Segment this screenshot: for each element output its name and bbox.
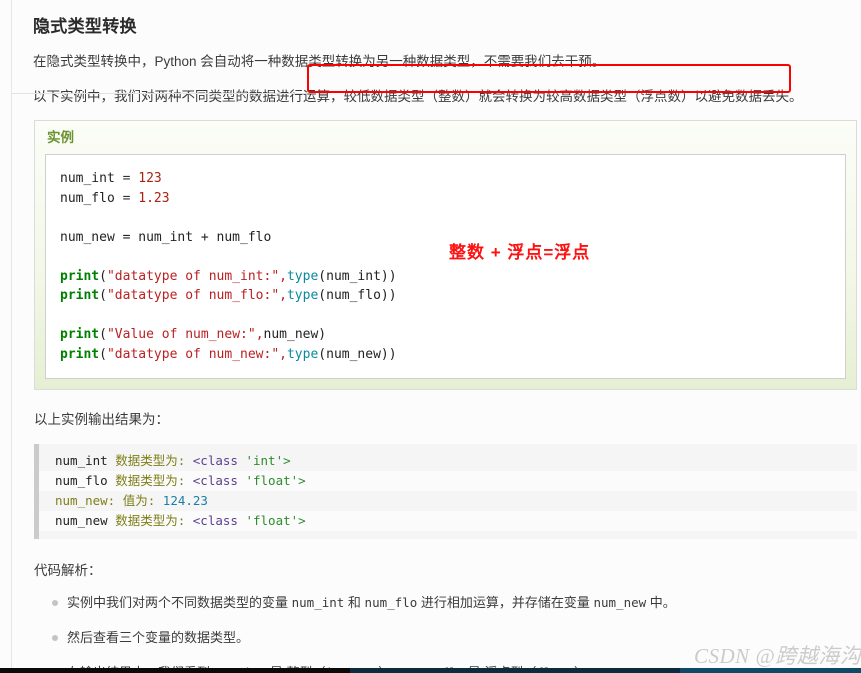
output-token: num_flo bbox=[55, 473, 116, 489]
code-token: num_flo bbox=[60, 190, 123, 206]
code-token: ( bbox=[99, 288, 107, 304]
code-token: num_new = num_int + num_flo bbox=[60, 229, 272, 245]
code-token: print bbox=[60, 268, 100, 284]
output-token: num_new: bbox=[55, 493, 123, 509]
code-token: num_new) bbox=[263, 327, 327, 343]
output-token: <class bbox=[192, 513, 238, 529]
code-token: , bbox=[279, 346, 287, 362]
code-token: "datatype of num_int:" bbox=[106, 268, 280, 284]
inline-code: num_new bbox=[593, 595, 647, 611]
output-line: num_new: 值为: 124.23 bbox=[39, 491, 857, 511]
code-token: = bbox=[122, 190, 139, 206]
output-token: 值为: bbox=[122, 493, 156, 509]
code-area[interactable]: num_int = 123 num_flo = 1.23 num_new = n… bbox=[45, 154, 846, 380]
code-token: print bbox=[60, 346, 100, 362]
bottom-strip-blue-left bbox=[350, 668, 680, 673]
analysis-bullet: 实例中我们对两个不同数据类型的变量 num_int 和 num_flo 进行相加… bbox=[23, 593, 845, 628]
output-token bbox=[155, 493, 163, 508]
output-token: 数据类型为: bbox=[115, 513, 186, 529]
code-token: "Value of num_new:" bbox=[106, 327, 256, 343]
code-token: print bbox=[60, 327, 100, 343]
analysis-heading: 代码解析： bbox=[34, 563, 102, 579]
code-token: (num_new)) bbox=[318, 346, 397, 362]
page-root: 隐式类型转换 在隐式类型转换中，Python 会自动将一种数据类型转换为另一种数… bbox=[0, 0, 861, 668]
output-token: num_int bbox=[55, 453, 116, 469]
bullet-text: 中。 bbox=[646, 595, 676, 611]
bullet-text: 和 bbox=[344, 595, 365, 611]
inline-code: num_int bbox=[291, 595, 345, 611]
code-token: num_int bbox=[60, 171, 123, 187]
bottom-strip-blue-right bbox=[680, 668, 861, 673]
output-intro: 以上实例输出结果为： bbox=[34, 412, 169, 428]
output-line: num_new 数据类型为: <class 'float'> bbox=[39, 511, 857, 532]
second-paragraph-prefix: 以下实例中，我们对两种不同类型的数据进行运算， bbox=[33, 88, 344, 104]
example-label: 实例 bbox=[47, 130, 74, 146]
code-annotation: 整数 + 浮点=浮点 bbox=[449, 243, 591, 263]
code-token: type bbox=[286, 268, 319, 284]
intro-paragraph: 在隐式类型转换中，Python 会自动将一种数据类型转换为另一种数据类型，不需要… bbox=[33, 54, 606, 69]
code-token: 123 bbox=[138, 171, 162, 187]
bottom-chrome-strip bbox=[0, 668, 861, 673]
code-token: ( bbox=[99, 268, 107, 284]
second-paragraph: 以下实例中，我们对两种不同类型的数据进行运算，较低数据类型（整数）就会转换为较高… bbox=[23, 73, 845, 108]
output-token: 124.23 bbox=[162, 493, 208, 509]
output-token: 数据类型为: bbox=[115, 453, 186, 469]
code-token: (num_int)) bbox=[318, 268, 397, 284]
code-token: , bbox=[255, 327, 264, 343]
bullet-text: 实例中我们对两个不同数据类型的变量 bbox=[67, 595, 292, 611]
bullet-text: 然后查看三个变量的数据类型。 bbox=[67, 630, 250, 646]
output-token: num_new bbox=[55, 513, 116, 529]
code-token: type bbox=[286, 288, 319, 304]
output-token bbox=[185, 513, 193, 528]
output-line: num_int 数据类型为: <class 'int'> bbox=[39, 451, 857, 471]
output-token: 'int'> bbox=[245, 453, 291, 469]
page-title: 隐式类型转换 bbox=[33, 17, 137, 36]
analysis-bullet: 然后查看三个变量的数据类型。 bbox=[23, 628, 845, 663]
content-column: 隐式类型转换 在隐式类型转换中，Python 会自动将一种数据类型转换为另一种数… bbox=[11, 0, 861, 668]
highlighted-note-text: 较低数据类型（整数）就会转换为较高数据类型（浮点数）以避免数据丢失。 bbox=[343, 88, 803, 104]
output-line: num_flo 数据类型为: <class 'float'> bbox=[39, 471, 857, 492]
code-token: print bbox=[60, 288, 100, 304]
code-token: type bbox=[286, 346, 319, 362]
output-token: 'float'> bbox=[245, 473, 306, 489]
code-token: ( bbox=[99, 346, 107, 362]
output-token bbox=[185, 473, 193, 488]
code-token: ( bbox=[99, 327, 107, 343]
analysis-bullet-list: 实例中我们对两个不同数据类型的变量 num_int 和 num_flo 进行相加… bbox=[23, 579, 845, 668]
code-token: = bbox=[122, 171, 139, 187]
output-token bbox=[185, 453, 193, 468]
code-token: , bbox=[279, 268, 287, 284]
code-token: (num_flo)) bbox=[318, 288, 397, 304]
code-token: 1.23 bbox=[138, 190, 170, 206]
code-token: , bbox=[279, 288, 287, 304]
python-code-block: num_int = 123 num_flo = 1.23 num_new = n… bbox=[60, 169, 833, 364]
output-box: num_int 数据类型为: <class 'int'> num_flo 数据类型… bbox=[34, 444, 857, 540]
code-token: "datatype of num_new:" bbox=[106, 346, 280, 362]
paragraph-divider bbox=[12, 93, 307, 94]
code-token: "datatype of num_flo:" bbox=[106, 288, 280, 304]
output-token: 数据类型为: bbox=[115, 473, 186, 489]
output-token: <class bbox=[192, 473, 238, 489]
output-token: 'float'> bbox=[245, 513, 306, 529]
example-box: 实例 num_int = 123 num_flo = 1.23 num_new … bbox=[34, 120, 857, 391]
output-token: <class bbox=[192, 453, 238, 469]
inline-code: num_flo bbox=[364, 595, 418, 611]
bullet-text: 进行相加运算，并存储在变量 bbox=[417, 595, 594, 611]
